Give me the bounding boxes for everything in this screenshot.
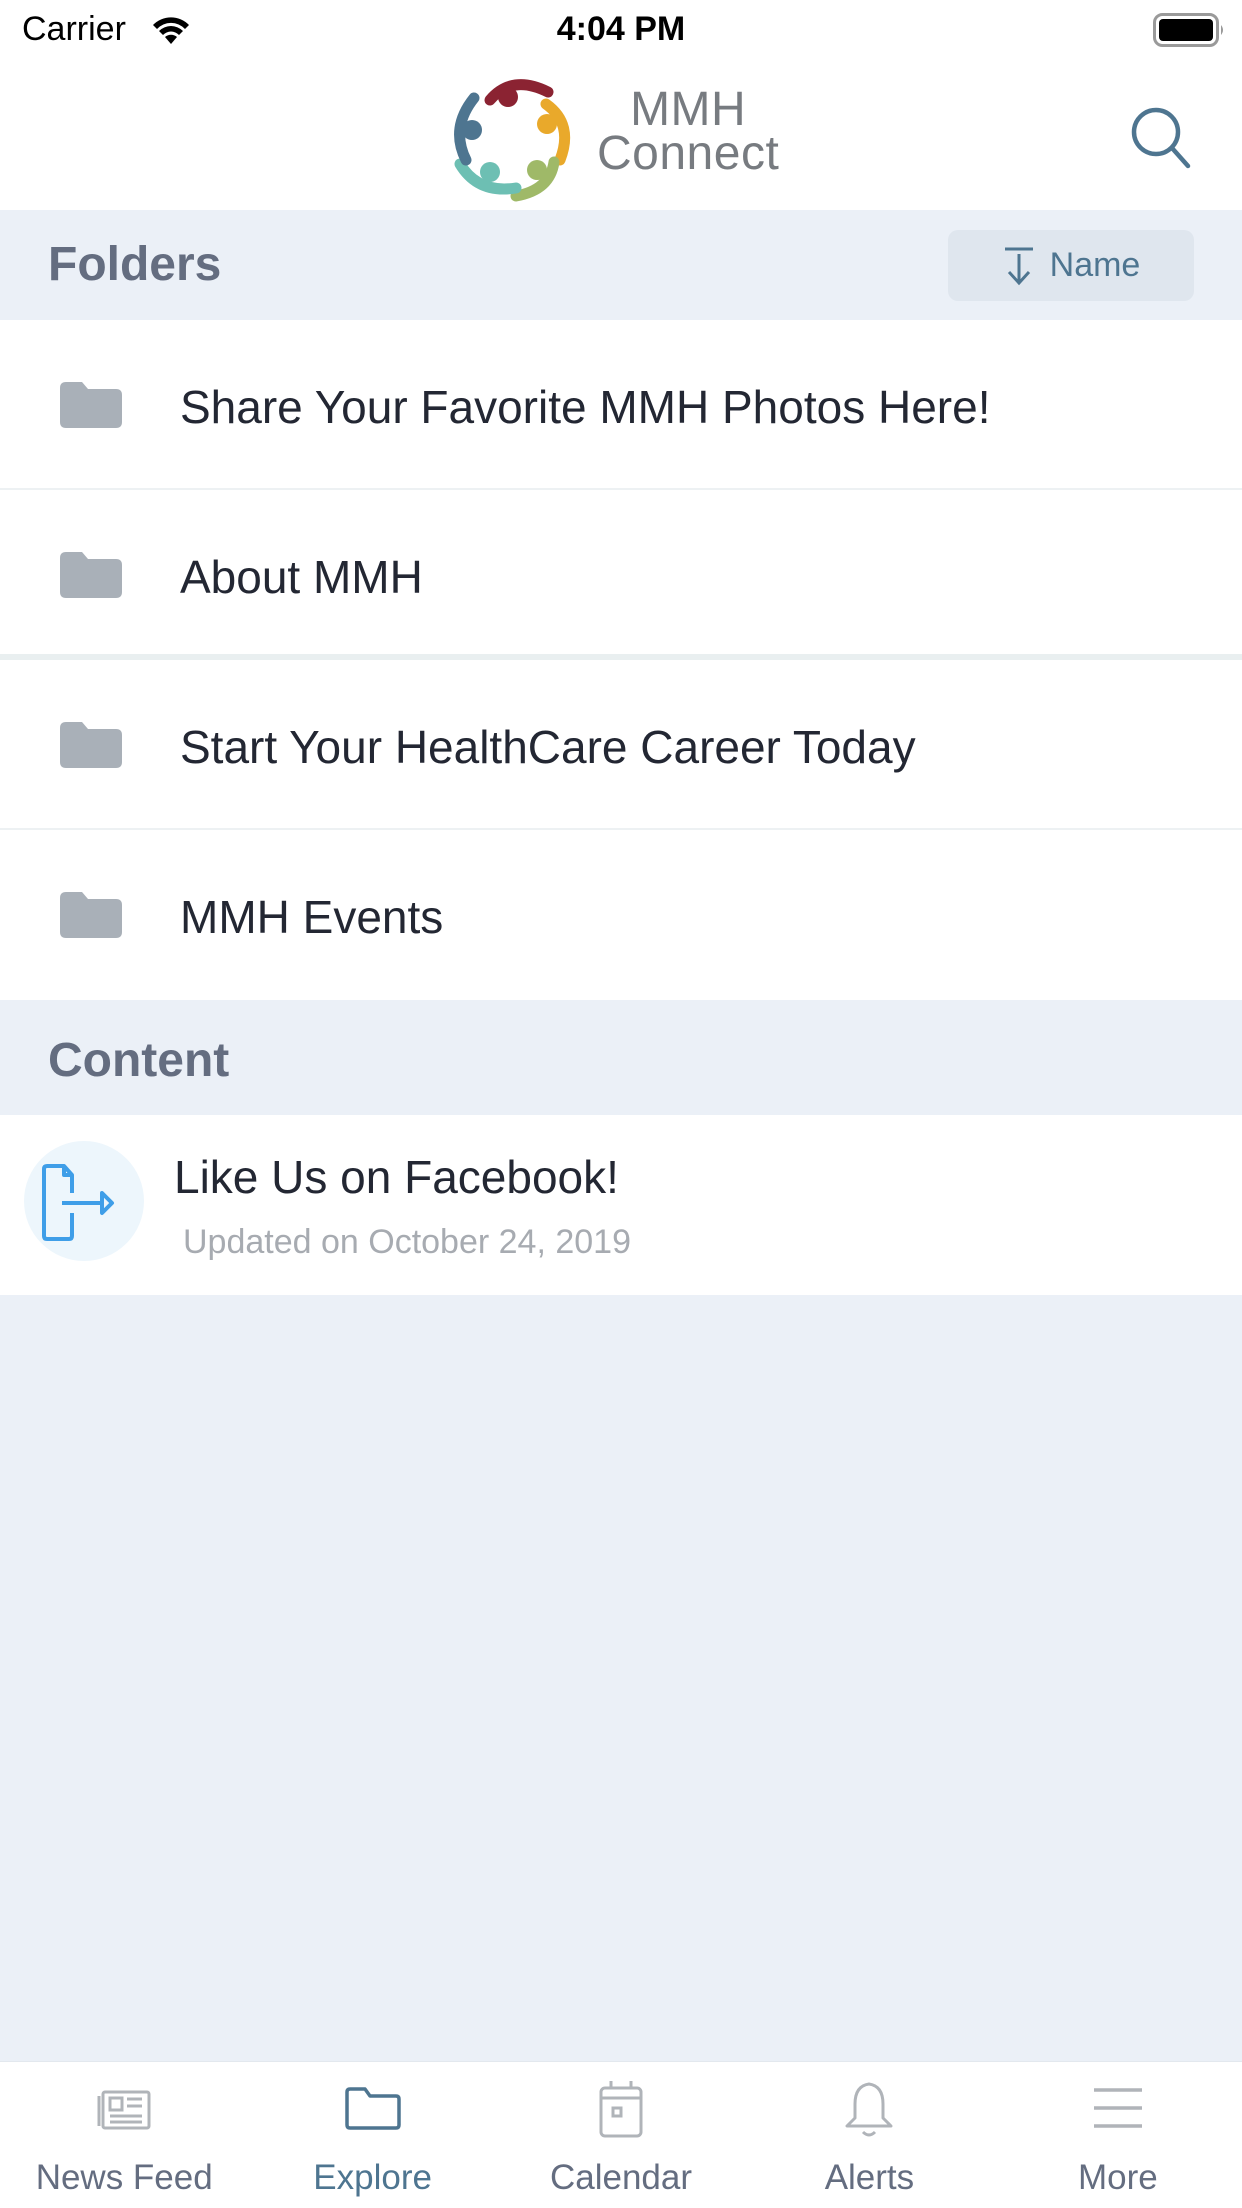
folder-icon (60, 382, 122, 428)
content-section-header: Content (0, 1005, 1242, 1115)
status-time: 4:04 PM (556, 10, 686, 48)
folder-row[interactable]: About MMH (0, 490, 1242, 660)
tab-label: Alerts (824, 2158, 915, 2197)
calendar-icon (599, 2081, 643, 2138)
empty-list-area (0, 1295, 1242, 2061)
folder-list: Share Your Favorite MMH Photos Here! Abo… (0, 320, 1242, 1000)
logo-line-2: Connect (597, 127, 780, 180)
nav-header: MMH Connect (0, 62, 1242, 210)
folder-name: MMH Events (180, 891, 444, 943)
menu-icon (1093, 2088, 1142, 2128)
tab-label: News Feed (35, 2158, 213, 2197)
tab-label: Calendar (549, 2158, 693, 2197)
bell-icon (845, 2082, 893, 2137)
content-item[interactable]: Like Us on Facebook! Updated on October … (0, 1115, 1242, 1295)
tab-alerts[interactable]: Alerts (745, 2062, 993, 2208)
sort-by-name-button[interactable]: Name (948, 230, 1194, 301)
battery-full-icon (1153, 13, 1223, 47)
tab-label: Explore (313, 2158, 432, 2197)
content-item-title: Like Us on Facebook! (174, 1151, 619, 1203)
newspaper-icon (97, 2090, 151, 2130)
tab-calendar[interactable]: Calendar (497, 2062, 745, 2208)
folder-name: Start Your HealthCare Career Today (180, 721, 916, 773)
folder-icon (60, 552, 122, 598)
tab-bar: News Feed Explore Calendar Alerts More (0, 2061, 1242, 2208)
search-icon[interactable] (1124, 102, 1196, 174)
content-icon-badge (24, 1141, 144, 1261)
folder-name: About MMH (180, 551, 423, 603)
folder-icon (60, 722, 122, 768)
tab-news-feed[interactable]: News Feed (0, 2062, 248, 2208)
content-title: Content (48, 1034, 230, 1087)
sort-descending-icon (1004, 247, 1033, 285)
external-link-document-icon (42, 1164, 114, 1241)
status-bar: Carrier 4:04 PM (0, 0, 1242, 62)
folders-section-header: Folders Name (0, 210, 1242, 320)
tab-explore[interactable]: Explore (248, 2062, 496, 2208)
folder-icon (344, 2087, 401, 2130)
folder-row[interactable]: Share Your Favorite MMH Photos Here! (0, 320, 1242, 490)
folder-name: Share Your Favorite MMH Photos Here! (180, 381, 991, 433)
sort-label: Name (1049, 246, 1141, 284)
folders-title: Folders (48, 238, 222, 291)
folder-icon (60, 892, 122, 938)
logo-line-1: MMH (630, 83, 747, 136)
folder-row[interactable]: Start Your HealthCare Career Today (0, 660, 1242, 830)
tab-more[interactable]: More (994, 2062, 1242, 2208)
content-item-updated-date: Updated on October 24, 2019 (183, 1223, 631, 1261)
people-circle-logo-icon (454, 79, 571, 202)
folder-row[interactable]: MMH Events (0, 830, 1242, 1000)
app-logo-text: MMH Connect (597, 83, 780, 180)
tab-label: More (1077, 2158, 1158, 2197)
